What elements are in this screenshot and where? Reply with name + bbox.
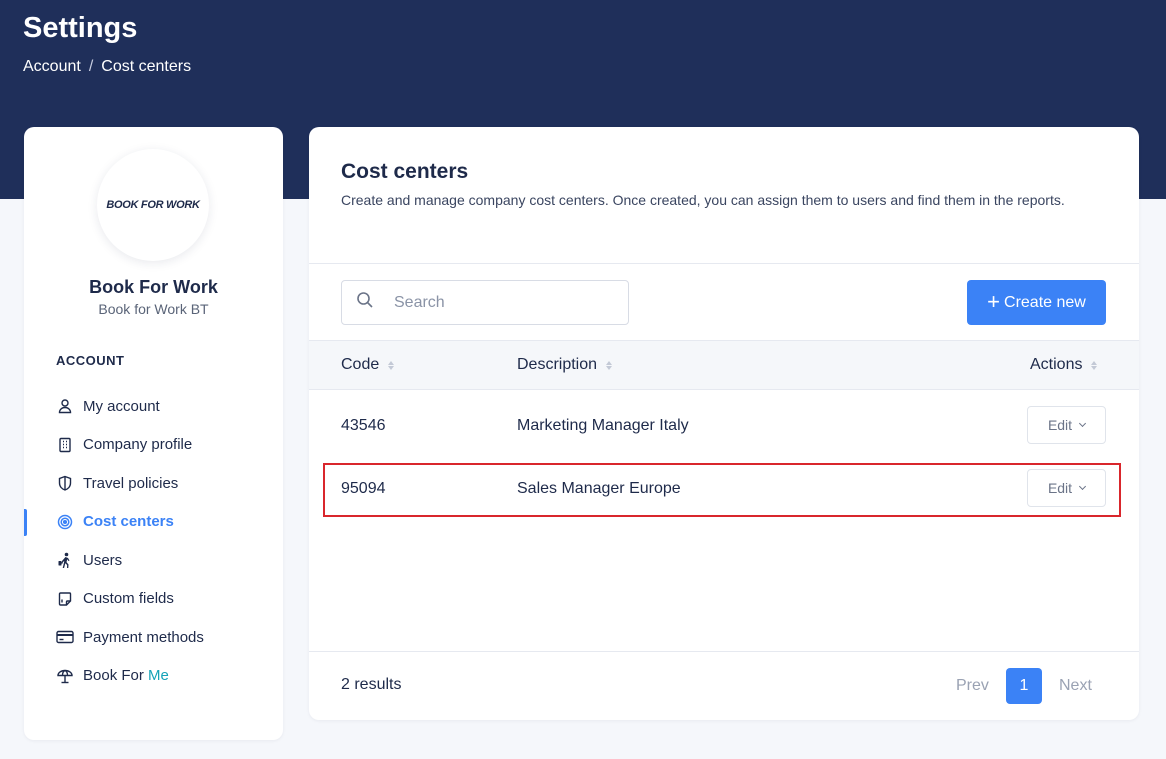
cell-description: Marketing Manager Italy xyxy=(517,417,689,434)
table-row: 43546 Marketing Manager Italy Edit xyxy=(309,395,1139,457)
sidebar-item-book-for-me[interactable]: Book For Me xyxy=(24,657,283,696)
card-description: Create and manage company cost centers. … xyxy=(341,192,1065,208)
sidebar-item-label: Users xyxy=(83,551,123,569)
column-header-code[interactable]: Code xyxy=(341,341,395,389)
edit-dropdown-button[interactable]: Edit xyxy=(1027,469,1106,507)
beach-umbrella-icon xyxy=(56,667,74,685)
credit-card-icon xyxy=(56,628,74,646)
sort-icon[interactable] xyxy=(388,360,395,370)
sidebar-item-label: Book For Me xyxy=(83,667,169,684)
column-label: Code xyxy=(341,356,380,373)
breadcrumb: Account / Cost centers xyxy=(23,58,191,76)
sidebar-section-label: ACCOUNT xyxy=(56,353,125,368)
column-header-actions[interactable]: Actions xyxy=(1030,341,1098,389)
edit-label: Edit xyxy=(1047,417,1073,433)
column-header-description[interactable]: Description xyxy=(517,341,613,389)
cell-description: Sales Manager Europe xyxy=(517,480,681,497)
edit-dropdown-button[interactable]: Edit xyxy=(1027,406,1106,444)
traveler-icon xyxy=(56,551,74,569)
search-input[interactable] xyxy=(394,293,614,312)
create-new-label: Create new xyxy=(1004,293,1086,311)
company-subtitle: Book for Work BT xyxy=(98,301,209,317)
sidebar-item-travel-policies[interactable]: Travel policies xyxy=(24,464,283,503)
sidebar-item-label: Company profile xyxy=(83,436,193,454)
divider xyxy=(309,263,1139,264)
building-icon xyxy=(56,436,74,454)
cell-code: 43546 xyxy=(341,417,386,434)
sidebar-item-company-profile[interactable]: Company profile xyxy=(24,426,283,465)
cell-code: 95094 xyxy=(341,480,386,497)
column-label: Actions xyxy=(1030,356,1083,373)
results-count: 2 results xyxy=(341,676,402,693)
table-row: 95094 Sales Manager Europe Edit xyxy=(309,458,1139,520)
sidebar-item-payment-methods[interactable]: Payment methods xyxy=(24,618,283,657)
breadcrumb-separator: / xyxy=(88,58,94,75)
column-label: Description xyxy=(517,356,598,373)
sidebar-item-users[interactable]: Users xyxy=(24,541,283,580)
edit-label: Edit xyxy=(1047,480,1073,496)
chevron-down-icon xyxy=(1079,482,1087,491)
sidebar-nav: My account Company profile Travel polici… xyxy=(24,387,283,695)
create-new-button[interactable]: + Create new xyxy=(967,280,1106,325)
company-name: Book For Work xyxy=(89,277,218,297)
divider xyxy=(309,651,1139,652)
breadcrumb-account-link[interactable]: Account xyxy=(23,58,81,76)
company-logo-text: BOOK FOR WORK xyxy=(106,199,200,211)
card-title: Cost centers xyxy=(341,160,469,183)
me-label: Me xyxy=(148,667,169,685)
pagination-prev[interactable]: Prev xyxy=(956,668,989,704)
sidebar: BOOK FOR WORK Book For Work Book for Wor… xyxy=(24,127,283,740)
breadcrumb-current: Cost centers xyxy=(101,58,192,75)
sort-icon[interactable] xyxy=(606,360,613,370)
shield-icon xyxy=(56,474,74,492)
sidebar-item-label: Cost centers xyxy=(83,513,174,531)
user-icon xyxy=(56,397,74,415)
target-icon xyxy=(56,513,74,531)
sidebar-item-label: Payment methods xyxy=(83,628,204,646)
cost-centers-card: Cost centers Create and manage company c… xyxy=(309,127,1139,720)
page-title: Settings xyxy=(23,12,138,44)
search-icon xyxy=(356,291,374,314)
sidebar-item-label: Custom fields xyxy=(83,590,174,608)
sidebar-item-label: My account xyxy=(83,397,160,415)
pagination-page-1[interactable]: 1 xyxy=(1006,668,1042,704)
sidebar-item-label: Travel policies xyxy=(83,474,179,492)
sidebar-item-cost-centers[interactable]: Cost centers xyxy=(24,503,283,542)
table-header: Code Description Actions xyxy=(309,340,1139,390)
chevron-down-icon xyxy=(1079,419,1087,428)
book-for-label: Book For xyxy=(83,667,149,685)
sidebar-item-my-account[interactable]: My account xyxy=(24,387,283,426)
company-logo: BOOK FOR WORK xyxy=(97,149,209,261)
plus-icon: + xyxy=(987,288,1001,314)
sidebar-item-custom-fields[interactable]: Custom fields xyxy=(24,580,283,619)
custom-field-icon xyxy=(56,590,74,608)
pagination-next[interactable]: Next xyxy=(1059,668,1092,704)
search-field[interactable] xyxy=(341,280,629,325)
sort-icon[interactable] xyxy=(1091,360,1098,370)
